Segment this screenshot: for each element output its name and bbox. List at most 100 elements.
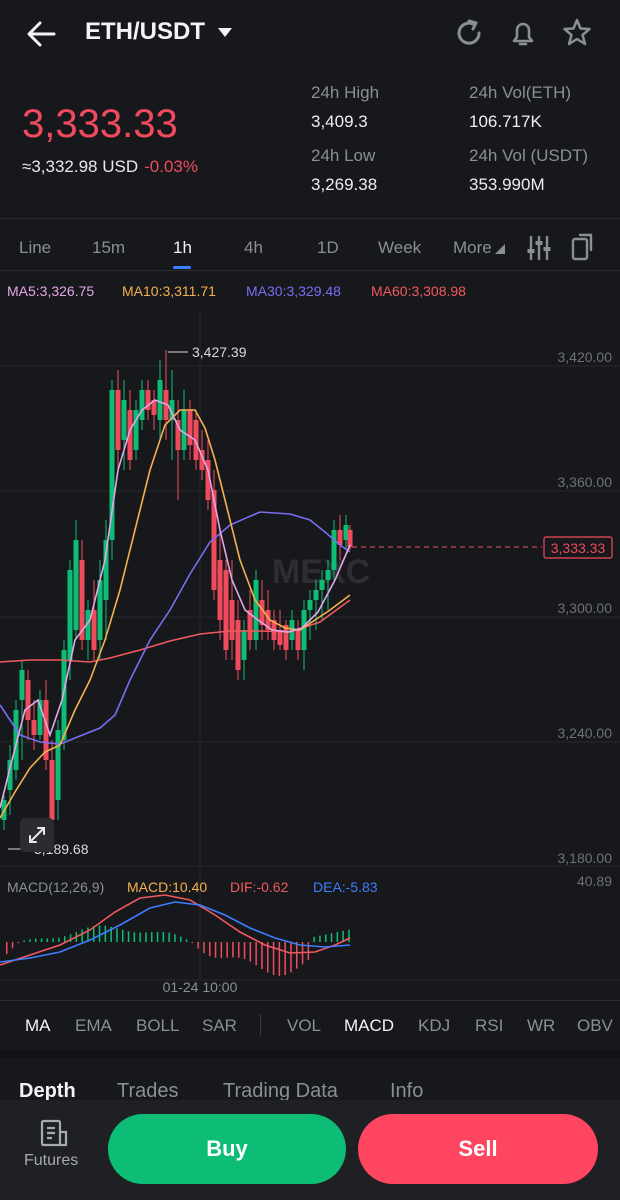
macd-bar <box>139 932 141 942</box>
indicator-boll[interactable]: BOLL <box>136 1016 179 1036</box>
indicator-rsi[interactable]: RSI <box>475 1016 503 1036</box>
indicator-ma[interactable]: MA <box>25 1016 51 1036</box>
ma10-legend: MA10:3,311.71 <box>122 283 216 299</box>
macd-bar <box>23 940 25 942</box>
macd-bar <box>145 932 147 942</box>
star-icon[interactable] <box>560 16 594 50</box>
macd-bar <box>307 942 310 961</box>
macd-bar <box>319 935 321 942</box>
tab-line[interactable]: Line <box>19 238 51 258</box>
pair-dropdown-icon[interactable] <box>218 28 232 37</box>
candle-body <box>139 390 145 420</box>
stat-vol-usdt-label: 24h Vol (USDT) <box>469 146 589 165</box>
tab-15m[interactable]: 15m <box>92 238 125 258</box>
tab-week[interactable]: Week <box>378 238 421 258</box>
macd-top-tick: 40.89 <box>577 873 612 889</box>
indicator-sar[interactable]: SAR <box>202 1016 237 1036</box>
candle-body <box>181 410 187 450</box>
back-arrow-icon[interactable] <box>22 14 62 54</box>
stat-low-value: 3,269.38 <box>311 175 378 194</box>
futures-icon[interactable] <box>38 1118 70 1148</box>
ma60-legend: MA60:3,308.98 <box>371 283 466 299</box>
macd-bar <box>313 936 315 942</box>
candle-body <box>49 760 55 820</box>
macd-bar <box>191 942 194 943</box>
usd-price: ≈3,332.98 USD -0.03% <box>22 157 198 177</box>
macd-bar <box>232 942 234 958</box>
macd-params: MACD(12,26,9) <box>7 879 104 895</box>
macd-bar <box>29 939 31 942</box>
macd-bar <box>46 938 49 942</box>
macd-bar <box>226 942 228 958</box>
macd-bar <box>185 939 188 942</box>
stat-vol-eth-label: 24h Vol(ETH) <box>469 83 572 102</box>
last-price: 3,333.33 <box>22 102 178 146</box>
indicator-obv[interactable]: OBV <box>577 1016 613 1036</box>
y-tick: 3,420.00 <box>558 349 613 365</box>
macd-bar <box>284 942 286 975</box>
candle-body <box>307 600 313 610</box>
indicator-vol[interactable]: VOL <box>287 1016 321 1036</box>
tab-4h[interactable]: 4h <box>244 238 263 258</box>
candlestick-chart[interactable]: MEXC 3,427.39 3,189.68 3,420.00 3,360.00… <box>0 300 620 1000</box>
bell-icon[interactable] <box>506 16 540 50</box>
macd-bar <box>81 929 83 942</box>
macd-bar <box>35 938 37 942</box>
macd-bar <box>64 936 66 942</box>
y-tick: 3,360.00 <box>558 474 613 490</box>
landscape-toggle-icon[interactable] <box>570 232 596 262</box>
candle-body <box>331 530 337 570</box>
indicator-settings-icon[interactable] <box>526 234 552 262</box>
candle-body <box>91 610 97 650</box>
y-tick: 3,300.00 <box>558 600 613 616</box>
y-tick: 3,180.00 <box>558 850 613 866</box>
trading-pair-title[interactable]: ETH/USDT <box>85 18 205 46</box>
candle-body <box>61 650 67 740</box>
macd-bar <box>174 934 176 942</box>
candle-body <box>217 560 223 620</box>
macd-bar <box>278 942 281 976</box>
more-caret-icon[interactable] <box>495 244 505 254</box>
macd-bar <box>127 931 130 942</box>
sell-button[interactable]: Sell <box>358 1114 598 1184</box>
current-price-label: 3,333.33 <box>551 540 606 556</box>
tab-more[interactable]: More <box>453 238 492 258</box>
candle-body <box>115 390 121 450</box>
candle-body <box>187 410 193 445</box>
expand-chart-icon[interactable] <box>20 818 54 852</box>
tabs-divider <box>0 270 620 271</box>
buy-button[interactable]: Buy <box>108 1114 346 1184</box>
header-divider <box>0 218 620 219</box>
macd-bar <box>197 942 199 949</box>
macd-bar <box>249 942 252 962</box>
macd-bar <box>168 932 170 942</box>
ma5-legend: MA5:3,326.75 <box>7 283 95 299</box>
refresh-icon[interactable] <box>452 16 486 50</box>
macd-bar <box>156 931 159 942</box>
candle-body <box>295 630 301 650</box>
candle-body <box>19 670 25 700</box>
stat-high-value: 3,409.3 <box>311 112 368 131</box>
macd-bar <box>214 942 217 958</box>
candle-body <box>25 680 31 720</box>
stat-high-label: 24h High <box>311 83 380 102</box>
macd-value: MACD:10.40 <box>127 879 207 895</box>
indicator-ema[interactable]: EMA <box>75 1016 112 1036</box>
active-tab-indicator <box>173 266 191 269</box>
macd-bar <box>209 942 211 957</box>
candle-body <box>55 730 61 800</box>
indicator-wr[interactable]: WR <box>527 1016 555 1036</box>
tab-1h[interactable]: 1h <box>173 238 192 258</box>
macd-bar <box>98 925 101 942</box>
futures-label[interactable]: Futures <box>24 1152 78 1170</box>
indicator-kdj[interactable]: KDJ <box>418 1016 450 1036</box>
stat-vol-eth-value: 106.717K <box>469 112 542 131</box>
macd-bar <box>162 931 165 942</box>
indicator-macd[interactable]: MACD <box>344 1016 394 1036</box>
section-gap <box>0 1050 620 1058</box>
max-price-label: 3,427.39 <box>192 344 247 360</box>
tab-1d[interactable]: 1D <box>317 238 339 258</box>
indicator-separator <box>260 1014 261 1036</box>
macd-bar <box>330 933 333 942</box>
macd-bar <box>58 937 60 942</box>
